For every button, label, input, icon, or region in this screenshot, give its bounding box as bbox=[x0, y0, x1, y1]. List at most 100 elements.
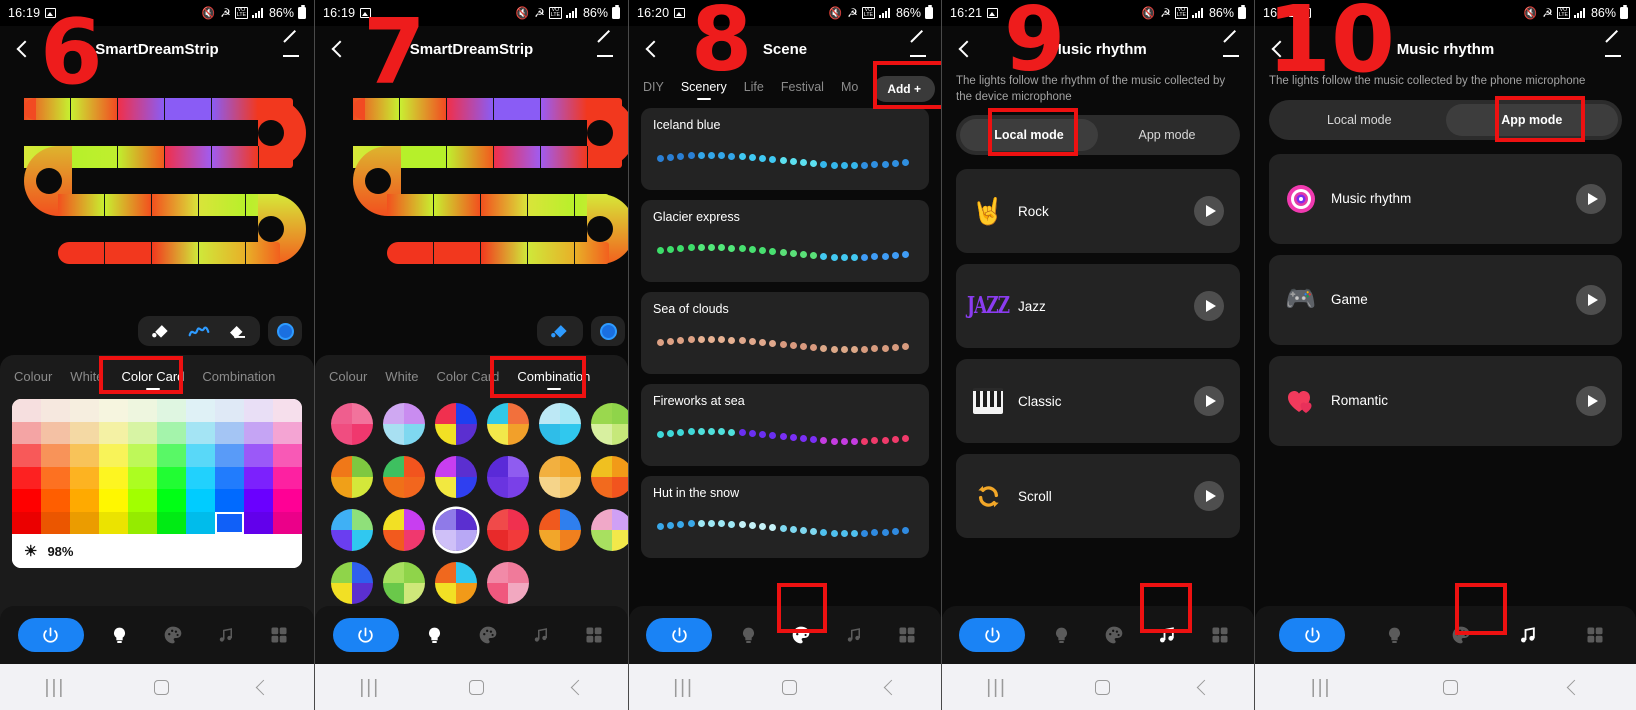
play-icon[interactable] bbox=[1576, 385, 1606, 416]
recents-icon[interactable]: ||| bbox=[45, 678, 66, 697]
paint-bucket-icon[interactable] bbox=[541, 316, 579, 346]
color-swatch[interactable] bbox=[70, 444, 99, 467]
recents-icon[interactable]: ||| bbox=[673, 678, 694, 697]
home-icon[interactable] bbox=[782, 679, 798, 695]
chevron-left-icon[interactable] bbox=[12, 38, 34, 60]
pencil-icon[interactable] bbox=[594, 38, 616, 60]
back-icon[interactable] bbox=[256, 679, 272, 695]
combination-swatch[interactable] bbox=[383, 403, 425, 445]
power-icon[interactable] bbox=[646, 618, 713, 652]
color-swatch[interactable] bbox=[273, 489, 302, 512]
combination-swatch[interactable] bbox=[331, 562, 373, 604]
tab-life[interactable]: Life bbox=[742, 78, 766, 101]
color-swatch[interactable] bbox=[128, 466, 157, 489]
color-swatch[interactable] bbox=[215, 421, 244, 444]
color-swatch[interactable] bbox=[215, 466, 244, 489]
palette-icon[interactable] bbox=[156, 618, 190, 652]
palette-icon[interactable] bbox=[1097, 618, 1131, 652]
grid-icon[interactable] bbox=[1203, 618, 1237, 652]
color-swatch[interactable] bbox=[99, 489, 128, 512]
color-swatch[interactable] bbox=[70, 511, 99, 534]
color-swatch[interactable] bbox=[41, 489, 70, 512]
color-swatch[interactable] bbox=[157, 444, 186, 467]
tab-color-card[interactable]: Color Card bbox=[120, 367, 187, 391]
combination-swatch[interactable] bbox=[331, 456, 373, 498]
music-icon[interactable] bbox=[209, 618, 243, 652]
add-scene-button[interactable]: Add + bbox=[873, 76, 935, 102]
bulb-icon[interactable] bbox=[1044, 618, 1078, 652]
grid-icon[interactable] bbox=[890, 618, 924, 652]
combination-swatch[interactable] bbox=[383, 456, 425, 498]
home-icon[interactable] bbox=[1095, 679, 1111, 695]
brightness-bar[interactable]: ☀ 98% bbox=[12, 534, 302, 568]
tab-diy[interactable]: DIY bbox=[641, 78, 666, 101]
color-swatch-grid[interactable] bbox=[12, 399, 302, 534]
chevron-left-icon[interactable] bbox=[954, 38, 976, 60]
color-swatch[interactable] bbox=[128, 421, 157, 444]
color-swatch[interactable] bbox=[128, 489, 157, 512]
local-mode-option[interactable]: Local mode bbox=[960, 119, 1098, 152]
tab-white[interactable]: White bbox=[383, 367, 420, 391]
power-icon[interactable] bbox=[17, 618, 84, 652]
list-item[interactable]: Scroll bbox=[956, 454, 1240, 539]
color-swatch[interactable] bbox=[157, 511, 186, 534]
bulb-icon[interactable] bbox=[418, 618, 452, 652]
color-swatch[interactable] bbox=[273, 421, 302, 444]
tab-combination[interactable]: Combination bbox=[200, 367, 277, 391]
color-swatch[interactable] bbox=[41, 444, 70, 467]
color-swatch[interactable] bbox=[41, 466, 70, 489]
color-swatch[interactable] bbox=[12, 511, 41, 534]
tab-scenery[interactable]: Scenery bbox=[679, 78, 729, 101]
eraser-icon[interactable] bbox=[218, 316, 256, 346]
tab-color-card[interactable]: Color Card bbox=[435, 367, 502, 391]
combination-swatch[interactable] bbox=[435, 403, 477, 445]
combination-swatch[interactable] bbox=[435, 456, 477, 498]
list-item[interactable]: JAZZ Jazz bbox=[956, 264, 1240, 349]
color-swatch[interactable] bbox=[41, 421, 70, 444]
tab-colour[interactable]: Colour bbox=[327, 367, 369, 391]
color-swatch[interactable] bbox=[70, 466, 99, 489]
color-swatch[interactable] bbox=[215, 511, 244, 534]
brush-icon[interactable] bbox=[180, 316, 218, 346]
color-swatch[interactable] bbox=[128, 444, 157, 467]
color-swatch[interactable] bbox=[215, 444, 244, 467]
color-swatch[interactable] bbox=[99, 466, 128, 489]
tab-festival[interactable]: Festival bbox=[779, 78, 826, 101]
color-swatch[interactable] bbox=[12, 489, 41, 512]
combination-swatch[interactable] bbox=[487, 456, 529, 498]
color-swatch[interactable] bbox=[70, 421, 99, 444]
color-swatch[interactable] bbox=[215, 489, 244, 512]
pencil-icon[interactable] bbox=[1220, 38, 1242, 60]
palette-icon[interactable] bbox=[1444, 618, 1478, 652]
app-mode-option[interactable]: App mode bbox=[1098, 119, 1236, 151]
grid-icon[interactable] bbox=[1578, 618, 1612, 652]
recents-icon[interactable]: ||| bbox=[1311, 678, 1332, 697]
color-swatch[interactable] bbox=[12, 399, 41, 422]
color-swatch[interactable] bbox=[186, 444, 215, 467]
color-swatch[interactable] bbox=[128, 511, 157, 534]
list-item[interactable]: Romantic bbox=[1269, 355, 1622, 446]
back-icon[interactable] bbox=[883, 679, 900, 695]
list-item[interactable]: 🤘 Rock bbox=[956, 169, 1240, 254]
color-swatch[interactable] bbox=[244, 444, 273, 467]
combination-swatch[interactable] bbox=[539, 456, 581, 498]
color-swatch[interactable] bbox=[273, 444, 302, 467]
play-icon[interactable] bbox=[1194, 291, 1224, 322]
pencil-icon[interactable] bbox=[907, 38, 929, 60]
power-icon[interactable] bbox=[959, 618, 1026, 652]
color-swatch[interactable] bbox=[186, 466, 215, 489]
color-swatch[interactable] bbox=[41, 399, 70, 422]
color-swatch[interactable] bbox=[99, 399, 128, 422]
bulb-icon[interactable] bbox=[103, 618, 137, 652]
color-swatch[interactable] bbox=[186, 489, 215, 512]
paint-bucket-icon[interactable] bbox=[142, 316, 180, 346]
color-chip-icon[interactable] bbox=[268, 316, 302, 346]
color-swatch[interactable] bbox=[12, 466, 41, 489]
recents-icon[interactable]: ||| bbox=[986, 678, 1007, 697]
color-swatch[interactable] bbox=[157, 399, 186, 422]
combination-swatch[interactable] bbox=[331, 509, 373, 551]
scene-card[interactable]: Iceland blue bbox=[641, 108, 929, 190]
color-swatch[interactable] bbox=[99, 421, 128, 444]
play-icon[interactable] bbox=[1194, 481, 1224, 512]
combination-swatch[interactable] bbox=[591, 403, 628, 445]
